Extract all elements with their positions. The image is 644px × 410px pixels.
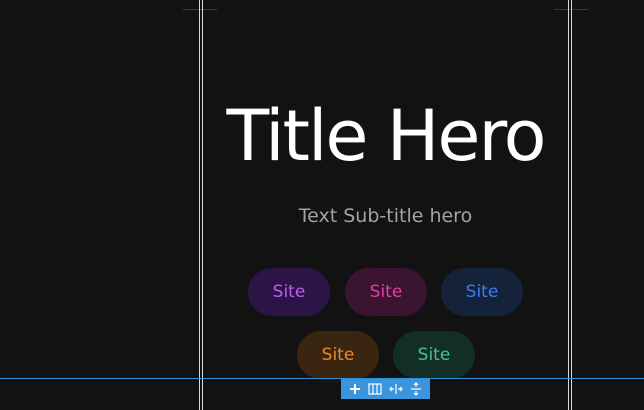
site-button-label: Site xyxy=(321,345,355,365)
hero-subtitle: Text Sub-title hero xyxy=(298,205,473,227)
site-button-orange[interactable]: Site xyxy=(297,331,379,379)
site-button-blue[interactable]: Site xyxy=(441,268,523,316)
section-boundary-line xyxy=(0,378,644,379)
site-button-green[interactable]: Site xyxy=(393,331,475,379)
site-button-label: Site xyxy=(272,282,306,302)
site-button-purple[interactable]: Site xyxy=(248,268,330,316)
plus-icon[interactable] xyxy=(347,381,363,397)
editor-canvas: Title Hero Text Sub-title hero Site Site… xyxy=(0,0,644,410)
horizontal-resize-icon[interactable] xyxy=(388,381,404,397)
section-toolbar xyxy=(341,379,430,399)
site-button-pink[interactable]: Site xyxy=(345,268,427,316)
site-button-label: Site xyxy=(465,282,499,302)
vertical-resize-icon[interactable] xyxy=(408,381,424,397)
hero-title: Title Hero xyxy=(226,95,546,177)
site-button-label: Site xyxy=(369,282,403,302)
columns-icon[interactable] xyxy=(367,381,383,397)
site-button-label: Site xyxy=(417,345,451,365)
